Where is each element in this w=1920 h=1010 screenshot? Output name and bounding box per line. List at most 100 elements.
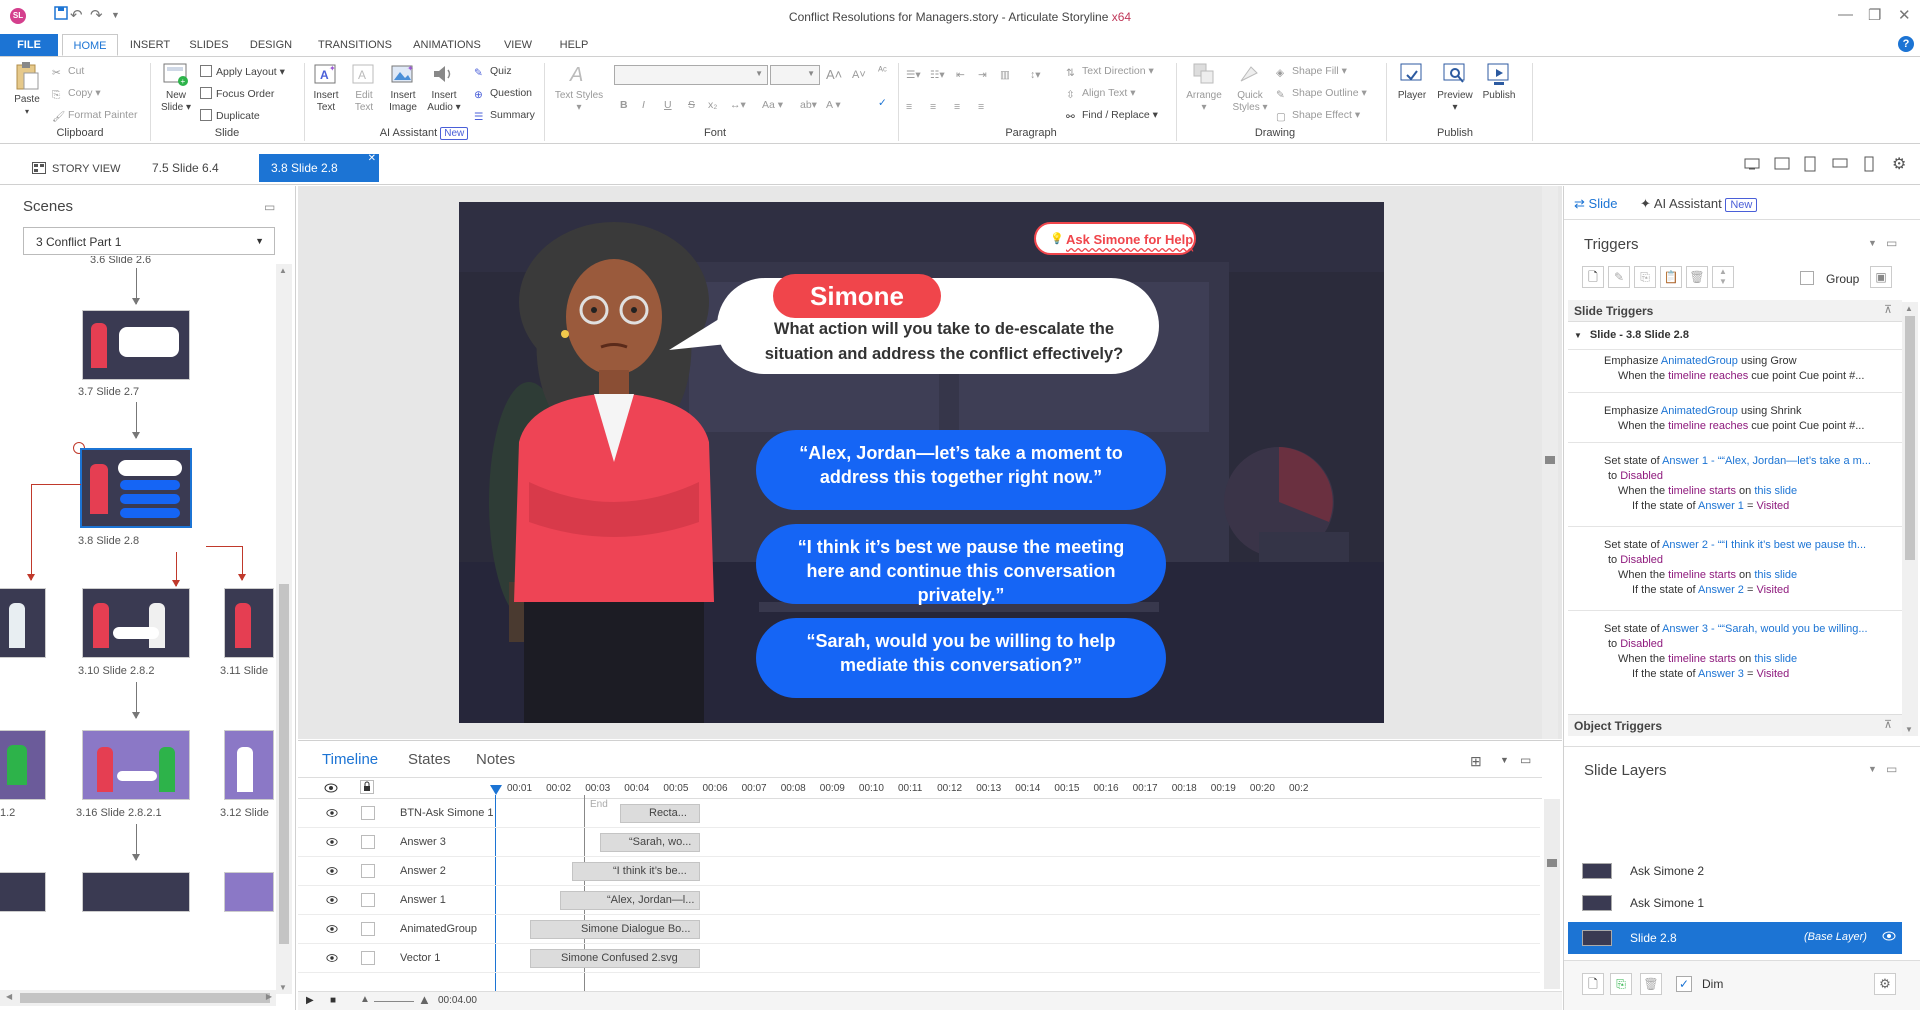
slide-thumb-left-1[interactable]: [0, 588, 46, 658]
expand-icon[interactable]: ▼: [1574, 331, 1582, 340]
line-spacing-icon[interactable]: ↕▾: [1030, 69, 1041, 81]
tab-file[interactable]: FILE: [0, 34, 58, 56]
new-layer-icon[interactable]: 🗋: [1582, 973, 1604, 995]
tab-slide-6-4[interactable]: 7.5 Slide 6.4: [152, 154, 219, 182]
timeline-row[interactable]: Answer 3 “Sarah, wo...: [298, 828, 1540, 857]
chevron-down-icon[interactable]: ▼: [1500, 755, 1509, 765]
apply-layout-button[interactable]: Apply Layout ▾: [200, 65, 285, 78]
insert-image-button[interactable]: ✦ Insert Image: [384, 61, 422, 114]
timeline-row[interactable]: BTN-Ask Simone 1 Recta...: [298, 799, 1540, 828]
tab-insert[interactable]: INSERT: [124, 34, 176, 56]
ungroup-icon[interactable]: ▣: [1870, 266, 1892, 288]
timeline-bar[interactable]: Simone Dialogue Bo...: [530, 920, 700, 939]
timeline-scrollbar[interactable]: [1544, 799, 1560, 989]
highlight-icon[interactable]: ab▾: [800, 99, 817, 111]
help-icon[interactable]: ?: [1898, 36, 1914, 52]
quiz-button[interactable]: ✎ Quiz: [474, 65, 512, 79]
layer-item[interactable]: Ask Simone 1: [1568, 887, 1902, 917]
slide-thumb-2-9[interactable]: [224, 588, 274, 658]
tablet-portrait-icon[interactable]: [1804, 156, 1816, 175]
justify-icon[interactable]: ≡: [978, 101, 984, 113]
slide-trigger-node[interactable]: ▼ Slide - 3.8 Slide 2.8: [1574, 329, 1689, 341]
slide-thumb-2-8-2[interactable]: [82, 588, 190, 658]
cut-button[interactable]: ✂ Cut: [52, 65, 84, 79]
zoom-slider[interactable]: [374, 1001, 414, 1002]
new-slide-button[interactable]: + New Slide ▾: [156, 61, 196, 114]
dim-checkbox[interactable]: ✓: [1676, 976, 1692, 992]
slide-thumb-2-8-2-1[interactable]: [82, 730, 190, 800]
timeline-bar[interactable]: Simone Confused 2.svg: [530, 949, 700, 968]
strikethrough-button[interactable]: S: [688, 99, 695, 111]
timeline-row[interactable]: Answer 2 “I think it’s be...: [298, 857, 1540, 886]
collapse-icon[interactable]: ⊼: [1884, 303, 1892, 316]
group-checkbox[interactable]: [1800, 271, 1814, 285]
publish-button[interactable]: Publish: [1478, 61, 1520, 102]
tablet-landscape-icon[interactable]: [1774, 157, 1790, 174]
grow-font-icon[interactable]: A˄: [826, 67, 842, 82]
spellcheck-icon[interactable]: ✓: [878, 97, 887, 109]
phone-portrait-icon[interactable]: [1864, 156, 1874, 175]
change-case-button[interactable]: Aa ▾: [762, 99, 783, 111]
insert-text-button[interactable]: A ✦ Insert Text: [308, 61, 344, 114]
story-view-tab[interactable]: STORY VIEW: [32, 154, 120, 182]
panel-options-icon[interactable]: ▭: [1886, 762, 1897, 776]
duplicate-button[interactable]: Duplicate: [200, 109, 260, 122]
tab-view[interactable]: VIEW: [496, 34, 540, 56]
stop-icon[interactable]: ■: [330, 995, 336, 1006]
clear-format-icon[interactable]: ᴬᶜ: [878, 65, 887, 77]
timeline-bar[interactable]: “Sarah, wo...: [600, 833, 700, 852]
lock-checkbox[interactable]: [361, 806, 375, 820]
timeline-row[interactable]: Answer 1 “Alex, Jordan—l...: [298, 886, 1540, 915]
slide-thumb-2-9-1[interactable]: [224, 730, 274, 800]
tab-transitions[interactable]: TRANSITIONS: [310, 34, 400, 56]
edit-trigger-icon[interactable]: ✎: [1608, 266, 1630, 288]
slide-thumb-row5[interactable]: [82, 872, 190, 912]
tab-design[interactable]: DESIGN: [244, 34, 298, 56]
restore-icon[interactable]: ❐: [1868, 6, 1881, 24]
lock-checkbox[interactable]: [361, 893, 375, 907]
panel-options-icon[interactable]: ▭: [1886, 236, 1897, 250]
answer-2-button[interactable]: “I think it’s best we pause the meeting …: [756, 524, 1166, 605]
timeline-bar[interactable]: Recta...: [620, 804, 700, 823]
align-right-icon[interactable]: ≡: [954, 101, 960, 113]
tab-slides[interactable]: SLIDES: [184, 34, 234, 56]
edit-text-button[interactable]: A Edit Text: [346, 61, 382, 114]
collapse-icon[interactable]: ⊼: [1884, 718, 1892, 731]
duplicate-layer-icon[interactable]: ⎘: [1610, 973, 1632, 995]
cue-point-icon[interactable]: ⊞: [1470, 753, 1482, 770]
lock-checkbox[interactable]: [361, 864, 375, 878]
zoom-out-icon[interactable]: ▲: [360, 994, 370, 1005]
notes-tab[interactable]: Notes: [476, 751, 515, 768]
panel-options-icon[interactable]: ▭: [264, 200, 275, 214]
lock-checkbox[interactable]: [361, 922, 375, 936]
shape-effect-button[interactable]: ▢ Shape Effect ▾: [1276, 109, 1360, 123]
bullets-icon[interactable]: ☰▾: [906, 69, 921, 81]
triggers-scrollbar[interactable]: ▲ ▼: [1902, 302, 1918, 736]
align-text-button[interactable]: ⇳ Align Text ▾: [1066, 87, 1136, 101]
gear-icon[interactable]: ⚙: [1892, 154, 1906, 174]
chevron-down-icon[interactable]: ▼: [1868, 764, 1877, 774]
eye-icon[interactable]: [324, 782, 338, 796]
timeline-bar[interactable]: “Alex, Jordan—l...: [560, 891, 700, 910]
font-color-icon[interactable]: A ▾: [826, 99, 841, 111]
shrink-font-icon[interactable]: A˅: [852, 69, 866, 81]
trigger-item[interactable]: Set state of Answer 2 - ““I think it’s b…: [1604, 538, 1904, 598]
copy-button[interactable]: ⎘ Copy ▾: [52, 87, 101, 101]
timeline-row[interactable]: Vector 1 Simone Confused 2.svg: [298, 944, 1540, 973]
move-trigger-icon[interactable]: ▲ ▼: [1712, 266, 1734, 288]
font-family-select[interactable]: ▼: [614, 65, 768, 85]
monitor-view-icon[interactable]: [1744, 158, 1760, 173]
close-tab-icon[interactable]: ✕: [368, 145, 376, 173]
trigger-item[interactable]: Emphasize AnimatedGroup using Shrink Whe…: [1604, 404, 1904, 434]
panel-options-icon[interactable]: ▭: [1520, 753, 1531, 767]
decrease-indent-icon[interactable]: ⇤: [956, 69, 965, 81]
bold-button[interactable]: B: [620, 99, 628, 111]
trigger-item[interactable]: Set state of Answer 1 - ““Alex, Jordan—l…: [1604, 454, 1904, 514]
lock-icon[interactable]: [360, 780, 374, 794]
scenes-hscrollbar[interactable]: ◀ ▶: [0, 990, 276, 1006]
player-button[interactable]: Player: [1392, 61, 1432, 102]
minimize-icon[interactable]: —: [1838, 6, 1853, 23]
phone-landscape-icon[interactable]: [1832, 157, 1848, 172]
shape-outline-button[interactable]: ✎ Shape Outline ▾: [1276, 87, 1367, 101]
arrange-button[interactable]: Arrange ▾: [1182, 61, 1226, 114]
